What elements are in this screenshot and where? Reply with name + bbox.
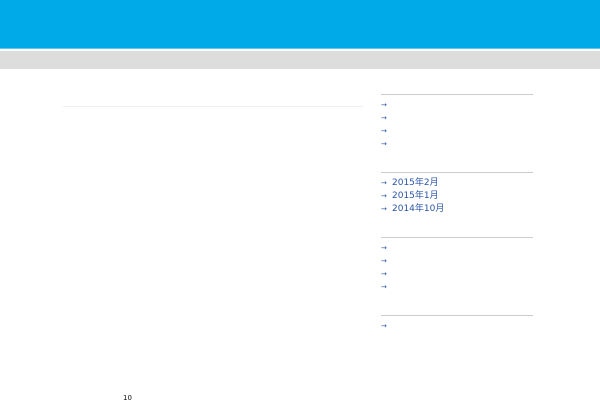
post-paragraph: [63, 270, 316, 280]
post-paragraph: [63, 115, 337, 125]
archives-divider: [381, 172, 533, 173]
post-paragraph: [63, 230, 320, 240]
recent-posts-heading: [381, 81, 421, 91]
meta-divider: [381, 315, 533, 316]
arrow-icon: →: [381, 270, 387, 278]
recent-posts-divider: [381, 94, 533, 95]
site-description: [61, 28, 161, 36]
post-paragraph: [63, 374, 337, 384]
post-paragraph: [63, 354, 336, 364]
arrow-icon: →: [381, 140, 387, 148]
title-divider: [63, 106, 363, 107]
nav-item-home[interactable]: [68, 56, 96, 65]
main-navigation: [0, 51, 600, 69]
arrow-icon: →: [381, 114, 387, 122]
categories-heading: [381, 224, 407, 234]
post-paragraph: [63, 250, 169, 260]
post-paragraph: [63, 303, 125, 313]
arrow-icon: →: [381, 283, 387, 291]
arrow-icon: →: [381, 205, 387, 213]
post-paragraph: [131, 393, 139, 403]
arrow-icon: →: [381, 322, 387, 330]
arrow-icon: →: [381, 101, 387, 109]
site-header: [0, 0, 600, 49]
nav-item-page[interactable]: [110, 56, 190, 65]
arrow-icon: →: [381, 192, 387, 200]
post-paragraph: 10: [123, 394, 132, 402]
archive-label[interactable]: 2015年1月: [392, 191, 439, 202]
post-paragraph: [139, 393, 147, 403]
post-paragraph: [63, 291, 361, 301]
categories-divider: [381, 237, 533, 238]
post-paragraph: [63, 199, 93, 209]
archive-label[interactable]: 2014年10月: [392, 204, 444, 215]
meta-heading: [381, 302, 419, 312]
post-title: [63, 88, 233, 102]
arrow-icon: →: [381, 179, 387, 187]
post-paragraph: [63, 187, 360, 197]
post-paragraph: [63, 314, 235, 324]
post-paragraph: [63, 147, 245, 157]
post-paragraph: [63, 393, 123, 403]
arrow-icon: →: [381, 257, 387, 265]
post-paragraph: [63, 135, 311, 145]
archive-label[interactable]: 2015年2月: [392, 178, 439, 189]
archives-heading: [381, 159, 407, 169]
post-paragraph: [63, 167, 195, 177]
arrow-icon: →: [381, 127, 387, 135]
site-title[interactable]: [61, 10, 141, 21]
post-paragraph: [63, 218, 260, 228]
post-paragraph: [63, 334, 231, 344]
arrow-icon: →: [381, 244, 387, 252]
